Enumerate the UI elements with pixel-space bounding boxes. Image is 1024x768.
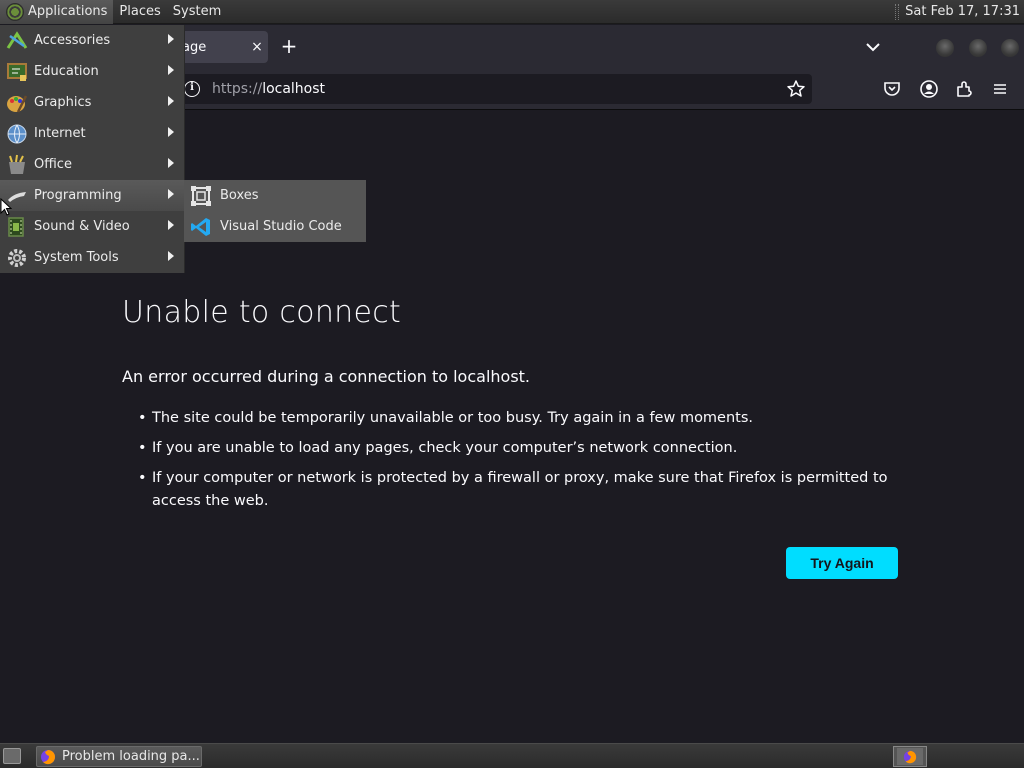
- submenu-arrow-icon: [168, 65, 174, 75]
- menu-item-label: Boxes: [220, 188, 259, 203]
- submenu-arrow-icon: [168, 96, 174, 106]
- graphics-icon: [6, 92, 28, 114]
- pocket-icon[interactable]: [882, 79, 902, 99]
- office-icon: [6, 154, 28, 176]
- menu-item-system-tools[interactable]: System Tools: [0, 242, 184, 273]
- system-menu-label: System: [172, 4, 222, 19]
- list-item: If you are unable to load any pages, che…: [138, 437, 898, 460]
- submenu-arrow-icon: [168, 251, 174, 261]
- new-tab-button[interactable]: +: [278, 36, 300, 58]
- maximize-button[interactable]: [969, 39, 987, 57]
- menu-item-accessories[interactable]: Accessories: [0, 25, 184, 56]
- firefox-icon: [40, 749, 56, 765]
- list-item: The site could be temporarily unavailabl…: [138, 407, 898, 430]
- info-icon[interactable]: i: [184, 81, 200, 97]
- places-menu[interactable]: Places: [113, 0, 166, 24]
- firefox-icon: [903, 750, 917, 763]
- submenu-arrow-icon: [168, 220, 174, 230]
- menu-item-boxes[interactable]: Boxes: [184, 180, 366, 211]
- panel-menu-bar: Applications Places System: [0, 0, 227, 24]
- minimize-button[interactable]: [936, 39, 954, 57]
- panel-right: Sat Feb 17, 17:31: [895, 0, 1024, 24]
- system-menu[interactable]: System: [167, 0, 227, 24]
- accessories-icon: [6, 30, 28, 52]
- submenu-arrow-icon: [168, 158, 174, 168]
- boxes-icon: [190, 185, 212, 207]
- menu-item-internet[interactable]: Internet: [0, 118, 184, 149]
- internet-icon: [6, 123, 28, 145]
- menu-item-vscode[interactable]: Visual Studio Code: [184, 211, 366, 242]
- extensions-icon[interactable]: [954, 79, 974, 99]
- bottom-panel: Problem loading pa...: [0, 743, 1024, 768]
- programming-submenu: Boxes Visual Studio Code: [184, 180, 366, 242]
- menu-item-label: Office: [34, 157, 72, 172]
- show-desktop-button[interactable]: [3, 748, 21, 764]
- account-icon[interactable]: [919, 79, 939, 99]
- taskbar-window-button[interactable]: Problem loading pa...: [36, 746, 202, 767]
- vscode-icon: [190, 216, 212, 238]
- menu-item-graphics[interactable]: Graphics: [0, 87, 184, 118]
- menu-item-label: Graphics: [34, 95, 92, 110]
- close-window-button[interactable]: [1001, 39, 1019, 57]
- panel-separator: [895, 3, 900, 20]
- workspace-switcher[interactable]: [893, 746, 927, 767]
- url-text: https://localhost: [212, 81, 325, 97]
- education-icon: [6, 61, 28, 83]
- tab-close-icon[interactable]: ×: [246, 39, 268, 55]
- menu-item-programming[interactable]: Programming: [0, 180, 184, 211]
- url-bar[interactable]: i https://localhost: [172, 74, 812, 104]
- menu-item-label: Visual Studio Code: [220, 219, 342, 234]
- places-menu-label: Places: [119, 4, 161, 19]
- error-title: Unable to connect: [122, 295, 402, 330]
- menu-item-label: Programming: [34, 188, 122, 203]
- workspace-cell[interactable]: [897, 748, 923, 765]
- menu-item-label: Education: [34, 64, 99, 79]
- url-scheme: https://: [212, 81, 263, 97]
- menu-item-education[interactable]: Education: [0, 56, 184, 87]
- applications-menu[interactable]: Applications: [0, 0, 114, 24]
- sound-video-icon: [6, 216, 28, 238]
- applications-dropdown: Accessories Education Graphics Internet …: [0, 25, 185, 273]
- try-again-button[interactable]: Try Again: [786, 547, 898, 579]
- chevron-down-icon[interactable]: [862, 37, 884, 57]
- clock[interactable]: Sat Feb 17, 17:31: [905, 4, 1024, 19]
- distro-logo-icon: [6, 2, 24, 21]
- browser-tab[interactable]: age ×: [172, 31, 268, 63]
- url-host: localhost: [262, 81, 326, 97]
- menu-item-sound-video[interactable]: Sound & Video: [0, 211, 184, 242]
- error-suggestions: The site could be temporarily unavailabl…: [138, 407, 898, 520]
- submenu-arrow-icon: [168, 189, 174, 199]
- top-panel: Applications Places System Sat Feb 17, 1…: [0, 0, 1024, 24]
- menu-item-office[interactable]: Office: [0, 149, 184, 180]
- taskbar-window-title: Problem loading pa...: [62, 749, 200, 764]
- mouse-cursor-icon: [0, 197, 13, 216]
- hamburger-menu-icon[interactable]: [990, 79, 1010, 99]
- error-subtitle: An error occurred during a connection to…: [122, 367, 531, 386]
- bookmark-star-icon[interactable]: [786, 79, 806, 99]
- menu-item-label: Accessories: [34, 33, 111, 48]
- system-tools-icon: [6, 247, 28, 269]
- menu-item-label: Internet: [34, 126, 86, 141]
- menu-item-label: System Tools: [34, 250, 119, 265]
- menu-item-label: Sound & Video: [34, 219, 130, 234]
- applications-menu-label: Applications: [28, 4, 108, 19]
- submenu-arrow-icon: [168, 127, 174, 137]
- submenu-arrow-icon: [168, 34, 174, 44]
- list-item: If your computer or network is protected…: [138, 467, 898, 513]
